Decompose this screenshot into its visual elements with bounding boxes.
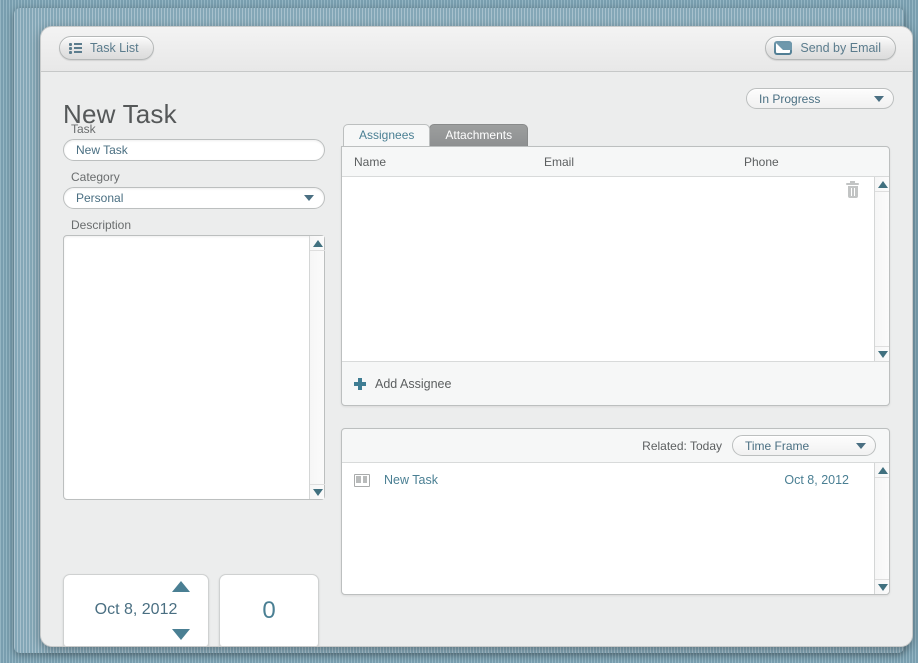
task-input-value: New Task — [76, 143, 128, 157]
days-till-due-widget: 0 Days Till Due — [219, 574, 319, 647]
scroll-up-arrow-icon[interactable] — [310, 236, 325, 251]
task-list-button-label: Task List — [90, 41, 139, 55]
time-frame-select[interactable]: Time Frame — [732, 435, 876, 456]
scroll-down-arrow-icon[interactable] — [875, 346, 889, 361]
related-scrollbar[interactable] — [874, 463, 889, 594]
scroll-up-arrow-icon[interactable] — [875, 463, 889, 478]
toolbar: Task List Send by Email — [41, 27, 912, 72]
form-column: Task New Task Category Personal Descript… — [63, 122, 325, 500]
category-select[interactable]: Personal — [63, 187, 325, 209]
column-header-name: Name — [342, 155, 532, 169]
tab-assignees[interactable]: Assignees — [343, 124, 430, 146]
delete-icon[interactable] — [846, 183, 859, 198]
category-field-label: Category — [71, 170, 325, 184]
days-till-due-value: 0 — [262, 597, 275, 625]
task-input[interactable]: New Task — [63, 139, 325, 161]
category-select-value: Personal — [76, 191, 123, 205]
chevron-down-icon — [874, 96, 884, 102]
list-item-date: Oct 8, 2012 — [784, 473, 849, 487]
scroll-down-arrow-icon[interactable] — [875, 579, 889, 594]
list-item-name: New Task — [384, 473, 784, 487]
status-select[interactable]: In Progress — [746, 88, 894, 109]
task-card-icon — [354, 474, 370, 487]
due-date-caption: Due Today — [63, 646, 209, 647]
add-assignee-label: Add Assignee — [375, 377, 451, 391]
send-by-email-button-label: Send by Email — [800, 41, 881, 55]
app-window: Task List Send by Email New Task In Prog… — [40, 26, 913, 647]
chevron-down-icon — [304, 195, 314, 201]
due-date-value: Oct 8, 2012 — [64, 601, 208, 619]
description-field-label: Description — [71, 218, 325, 232]
detail-column: Assignees Attachments Name Email Phone — [341, 122, 890, 595]
column-header-phone: Phone — [732, 155, 882, 169]
desktop-background: Task List Send by Email New Task In Prog… — [14, 8, 904, 653]
plus-icon — [354, 378, 366, 390]
content-area: New Task In Progress Task New Task Categ… — [41, 72, 912, 646]
days-till-due-face: 0 — [219, 574, 319, 646]
tab-attachments-label: Attachments — [445, 128, 512, 142]
column-header-email: Email — [532, 155, 732, 169]
tab-attachments[interactable]: Attachments — [429, 124, 528, 146]
assignees-panel: Name Email Phone — [341, 146, 890, 406]
days-till-due-caption: Days Till Due — [219, 646, 319, 647]
chevron-down-icon — [856, 443, 866, 449]
add-assignee-button[interactable]: Add Assignee — [342, 362, 889, 406]
assignees-table-header: Name Email Phone — [342, 147, 889, 177]
tab-assignees-label: Assignees — [359, 128, 414, 142]
assignees-table-body — [342, 177, 889, 362]
tab-bar: Assignees Attachments — [341, 122, 890, 146]
scroll-up-arrow-icon[interactable] — [875, 177, 889, 192]
list-icon — [69, 43, 82, 54]
time-frame-select-value: Time Frame — [745, 439, 809, 453]
due-date-widget: Oct 8, 2012 Due Today — [63, 574, 209, 647]
related-header: Related: Today Time Frame — [342, 429, 889, 463]
description-textarea[interactable] — [63, 235, 325, 500]
related-label: Related: Today — [642, 439, 722, 453]
related-panel: Related: Today Time Frame New Task Oct 8… — [341, 428, 890, 595]
related-list: New Task Oct 8, 2012 — [342, 463, 889, 594]
envelope-icon — [774, 41, 792, 55]
status-select-value: In Progress — [759, 92, 820, 106]
task-list-button[interactable]: Task List — [59, 36, 154, 60]
task-field-label: Task — [71, 122, 325, 136]
date-widgets: Oct 8, 2012 Due Today 0 Days Till Due — [63, 574, 319, 647]
assignees-scrollbar[interactable] — [874, 177, 889, 361]
due-date-increment-button[interactable] — [172, 581, 190, 592]
list-item[interactable]: New Task Oct 8, 2012 — [342, 469, 889, 491]
due-date-face: Oct 8, 2012 — [63, 574, 209, 646]
send-by-email-button[interactable]: Send by Email — [765, 36, 896, 60]
description-scrollbar[interactable] — [309, 236, 324, 499]
due-date-decrement-button[interactable] — [172, 629, 190, 640]
scroll-down-arrow-icon[interactable] — [310, 484, 325, 499]
